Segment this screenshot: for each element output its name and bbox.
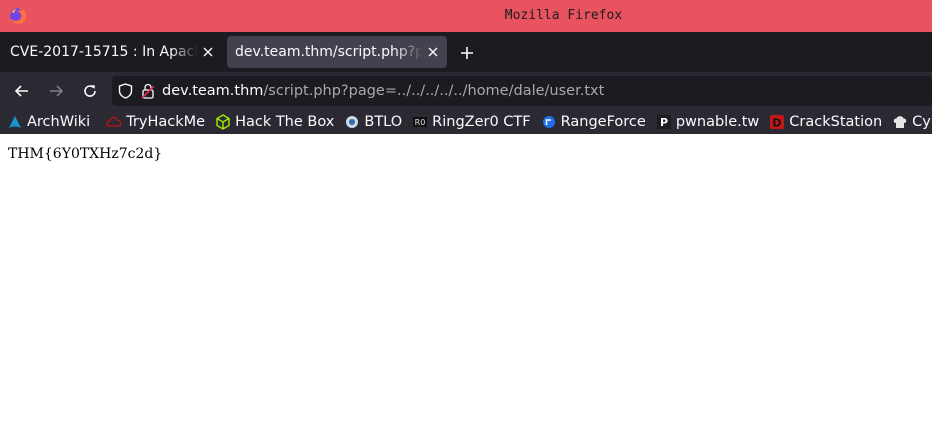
svg-text:D: D [773,117,782,130]
bookmark-label: pwnable.tw [675,114,760,130]
page-body-text: THM{6Y0TXHz7c2d} [8,146,163,162]
url-host: dev.team.thm [162,83,264,99]
bookmark-label: RingZer0 CTF [432,114,531,130]
bookmark-label: ArchWiki [27,114,91,130]
tab-active-script[interactable]: dev.team.thm/script.php?page=../../../..… [227,36,447,68]
pwnable-icon: P [656,114,672,130]
bookmarks-toolbar: ArchWiki TryHackMe Hack The Box BTLO R0 … [0,110,932,134]
url-path: /script.php?page=../../../../../home/dal… [263,83,605,99]
window-titlebar: Mozilla Firefox [0,0,932,32]
bookmark-hackthebox[interactable]: Hack The Box [215,114,334,130]
ringzer0-icon: R0 [412,114,428,130]
plus-icon [461,47,473,59]
bookmark-label: CyberChef [912,114,932,130]
archlinux-icon [7,114,23,130]
cyberchef-icon [892,114,908,130]
tab-label: dev.team.thm/script.php?page=../../../..… [235,44,423,60]
url-bar[interactable]: dev.team.thm/script.php?page=../../../..… [112,76,932,106]
close-tab-icon[interactable] [423,42,443,62]
forward-button[interactable] [44,79,68,103]
window-title: Mozilla Firefox [504,8,623,23]
back-button[interactable] [10,79,34,103]
tab-cve[interactable]: CVE-2017-15715 : In Apache HTTP [0,36,222,68]
bookmark-ringzer0[interactable]: R0 RingZer0 CTF [412,114,531,130]
svg-text:P: P [660,116,668,129]
arrow-right-icon [50,85,64,97]
hackthebox-icon [215,114,231,130]
reload-icon [84,85,96,97]
tryhackme-icon [106,114,122,130]
bookmark-label: TryHackMe [126,114,206,130]
reload-button[interactable] [78,79,102,103]
tab-label: CVE-2017-15715 : In Apache HTTP [10,44,198,60]
tracking-protection-shield-icon[interactable] [118,83,133,103]
bookmark-label: BTLO [364,114,403,130]
lock-insecure-icon[interactable] [141,83,155,103]
btlo-icon [344,114,360,130]
bookmark-label: CrackStation [789,114,883,130]
bookmark-tryhackme[interactable]: TryHackMe [106,114,205,130]
bookmark-btlo[interactable]: BTLO [344,114,402,130]
page-content: THM{6Y0TXHz7c2d} [0,134,932,174]
new-tab-button[interactable] [456,42,478,64]
svg-text:R0: R0 [415,118,426,127]
bookmark-label: Hack The Box [235,114,335,130]
url-text[interactable]: dev.team.thm/script.php?page=../../../..… [162,76,604,106]
tab-strip: CVE-2017-15715 : In Apache HTTP dev.team… [0,32,932,72]
bookmark-rangeforce[interactable]: RangeForce [541,114,646,130]
bookmark-crackstation[interactable]: D CrackStation [769,114,882,130]
bookmark-pwnable[interactable]: P pwnable.tw [656,114,759,130]
bookmark-cyberchef[interactable]: CyberChef [892,114,932,130]
close-tab-icon[interactable] [198,42,218,62]
bookmark-archwiki[interactable]: ArchWiki [7,114,90,130]
navigation-toolbar: dev.team.thm/script.php?page=../../../..… [0,72,932,110]
bookmark-label: RangeForce [560,114,646,130]
arrow-left-icon [14,85,28,97]
rangeforce-icon [541,114,557,130]
crackstation-icon: D [769,114,785,130]
